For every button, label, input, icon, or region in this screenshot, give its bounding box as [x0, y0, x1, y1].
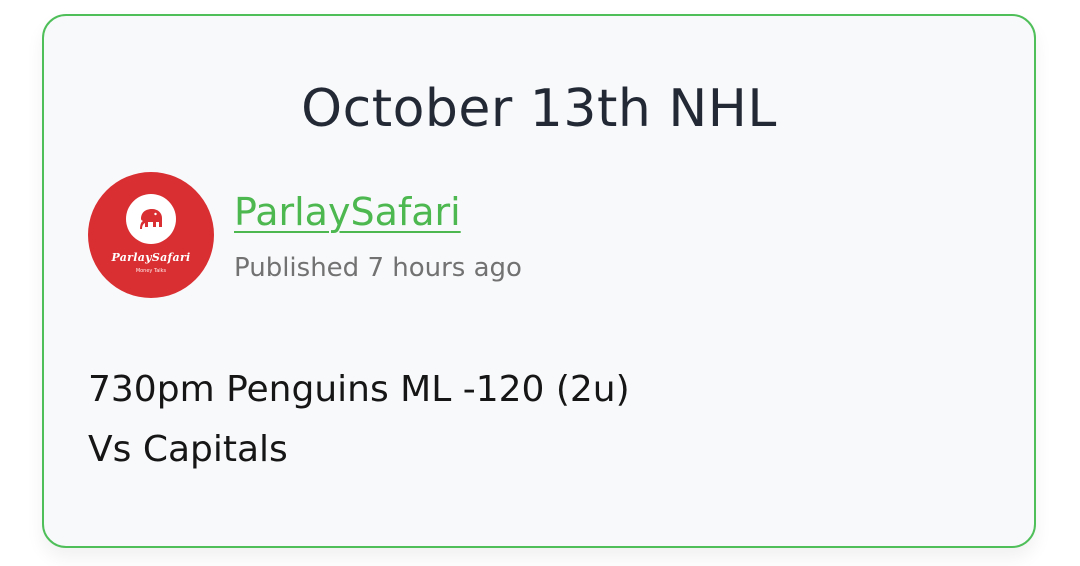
post-title: October 13th NHL — [301, 79, 777, 139]
author-name-link[interactable]: ParlaySafari — [234, 188, 461, 236]
post-body: 730pm Penguins ML -120 (2u) Vs Capitals — [88, 360, 630, 480]
elephant-icon — [140, 209, 162, 229]
post-body-line: 730pm Penguins ML -120 (2u) — [88, 369, 630, 410]
published-time: Published 7 hours ago — [234, 253, 522, 283]
post-card: October 13th NHL ParlaySafari Money Talk… — [42, 14, 1036, 548]
avatar-brand-text: ParlaySafari — [111, 251, 191, 264]
avatar-tagline: Money Talks — [135, 268, 167, 274]
avatar-emblem — [126, 194, 176, 244]
post-body-line: Vs Capitals — [88, 429, 288, 470]
author-avatar[interactable]: ParlaySafari Money Talks — [88, 172, 214, 298]
